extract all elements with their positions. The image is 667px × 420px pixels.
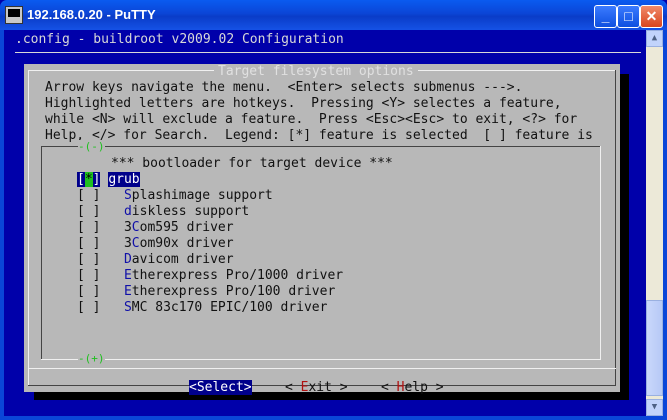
config-header: .config - buildroot v2009.02 Configurati…: [15, 32, 344, 47]
checkbox-mark: [85, 284, 93, 299]
item-text: therexpress Pro/1000 driver: [131, 268, 344, 283]
item-hotkey: C: [131, 220, 140, 235]
item-text: therexpress Pro/100 driver: [131, 284, 336, 299]
checkbox-mark: [85, 220, 93, 235]
putty-icon[interactable]: [5, 6, 23, 24]
dialog-border: [615, 70, 616, 386]
checkbox-mark: [85, 236, 93, 251]
button-text: xit >: [308, 380, 348, 395]
checkbox-mark: [85, 252, 93, 267]
close-icon: ✕: [645, 8, 658, 24]
checkbox-mark: [85, 188, 93, 203]
checkbox: [ ]: [77, 236, 124, 251]
button-text: elp >: [404, 380, 444, 395]
item-text: om90x driver: [139, 236, 234, 251]
section-header: *** bootloader for target device ***: [111, 156, 393, 172]
dialog-border: [28, 70, 29, 386]
minimize-icon: _: [601, 8, 610, 24]
item-hotkey: g: [108, 172, 117, 187]
item-text: om595 driver: [139, 220, 234, 235]
item-text: iskless support: [131, 204, 250, 219]
window-frame-bottom: [0, 416, 667, 420]
item-hotkey: D: [123, 252, 132, 267]
button-text: <: [285, 380, 301, 395]
minimize-button[interactable]: _: [594, 5, 617, 28]
scroll-down-indicator: -(+): [78, 352, 105, 365]
list-border: [41, 146, 42, 360]
item-prefix: 3: [123, 236, 132, 251]
item-label: grub: [108, 172, 140, 187]
scroll-down-button[interactable]: ▼: [646, 399, 663, 416]
maximize-button[interactable]: □: [617, 5, 640, 28]
vertical-scrollbar[interactable]: ▲ ▼: [646, 30, 663, 416]
item-hotkey: S: [123, 188, 132, 203]
list-item-3com595[interactable]: [ ] 3Com595 driver: [77, 220, 234, 236]
list-item-grub[interactable]: [*] grub: [77, 172, 140, 188]
item-hotkey: d: [123, 204, 132, 219]
button-text: <: [381, 380, 397, 395]
help-line: Arrow keys navigate the menu. <Enter> se…: [45, 80, 523, 95]
maximize-icon: □: [624, 8, 633, 24]
list-border: [600, 146, 601, 360]
list-item-smc-epic[interactable]: [ ] SMC 83c170 EPIC/100 driver: [77, 300, 327, 316]
item-text: plashimage support: [131, 188, 273, 203]
select-button[interactable]: <Select>: [189, 380, 252, 395]
checkbox-mark: [85, 268, 93, 283]
list-item-diskless[interactable]: [ ] diskless support: [77, 204, 249, 220]
close-button[interactable]: ✕: [640, 5, 663, 28]
checkbox: [ ]: [77, 188, 124, 203]
checkbox-mark: *: [84, 172, 93, 187]
header-rule: [15, 52, 641, 53]
section-header-text: *** bootloader for target device ***: [111, 156, 393, 171]
item-text: MC 83c170 EPIC/100 driver: [131, 300, 328, 315]
checkbox: [ ]: [77, 252, 124, 267]
checkbox: [ ]: [77, 204, 124, 219]
item-hotkey: C: [131, 236, 140, 251]
dialog-shadow-right: [620, 74, 629, 400]
dialog-title: Target filesystem options: [214, 64, 418, 79]
item-hotkey: E: [123, 284, 132, 299]
item-text: avicom driver: [131, 252, 234, 267]
scroll-up-button[interactable]: ▲: [646, 30, 663, 47]
list-item-etherexpress-100[interactable]: [ ] Etherexpress Pro/100 driver: [77, 284, 335, 300]
title-bar[interactable]: 192.168.0.20 - PuTTY _ □ ✕: [0, 0, 667, 30]
window-frame-right: [663, 30, 667, 420]
checkbox: [ ]: [77, 268, 124, 283]
item-text: rub: [116, 172, 140, 187]
window-title: 192.168.0.20 - PuTTY: [27, 7, 156, 22]
item-hotkey: E: [123, 268, 132, 283]
help-line: while <N> will exclude a feature. Press …: [45, 112, 578, 127]
help-line: Help, </> for Search. Legend: [*] featur…: [45, 128, 593, 143]
item-hotkey: S: [123, 300, 132, 315]
scrollbar-thumb[interactable]: [646, 300, 663, 396]
checkbox: [ ]: [77, 300, 124, 315]
arrow-up-icon: ▲: [651, 33, 658, 43]
menuconfig-dialog: Target filesystem options Arrow keys nav…: [24, 64, 620, 395]
help-line: Highlighted letters are hotkeys. Pressin…: [45, 96, 562, 111]
help-button[interactable]: < Help >: [381, 380, 444, 395]
item-prefix: 3: [123, 220, 132, 235]
list-item-davicom[interactable]: [ ] Davicom driver: [77, 252, 234, 268]
list-border: [41, 146, 601, 147]
terminal-area[interactable]: .config - buildroot v2009.02 Configurati…: [4, 30, 646, 416]
list-item-3com90x[interactable]: [ ] 3Com90x driver: [77, 236, 234, 252]
arrow-down-icon: ▼: [651, 402, 658, 412]
checkbox-mark: [85, 300, 93, 315]
options-list: -(-) -(+) *** bootloader for target devi…: [41, 140, 601, 365]
exit-button[interactable]: < Exit >: [285, 380, 348, 395]
list-item-splashimage[interactable]: [ ] Splashimage support: [77, 188, 273, 204]
scroll-up-indicator: -(-): [78, 140, 105, 153]
button-separator: [28, 368, 616, 369]
list-border: [41, 359, 601, 360]
checkbox-open: [: [77, 172, 85, 187]
list-item-etherexpress-1000[interactable]: [ ] Etherexpress Pro/1000 driver: [77, 268, 343, 284]
checkbox: [ ]: [77, 220, 124, 235]
checkbox-mark: [85, 204, 93, 219]
checkbox: [ ]: [77, 284, 124, 299]
